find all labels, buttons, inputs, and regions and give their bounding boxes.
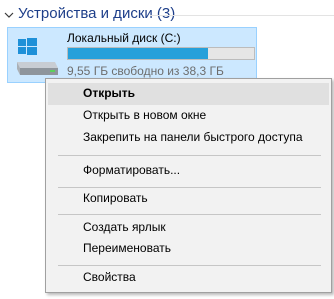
menu-item-label: Копировать bbox=[83, 191, 148, 205]
menu-item-label: Свойства bbox=[83, 270, 136, 284]
drive-usage-bar bbox=[67, 47, 255, 60]
drive-name: Локальный диск (C:) bbox=[67, 31, 181, 45]
menu-item-format[interactable]: Форматировать... bbox=[48, 160, 329, 182]
menu-item-create-shortcut[interactable]: Создать ярлык bbox=[48, 217, 329, 239]
drive-usage-fill bbox=[68, 48, 208, 59]
windows-drive-icon bbox=[17, 38, 58, 75]
menu-item-label: Переименовать bbox=[83, 241, 171, 255]
context-menu: Открыть Открыть в новом окне Закрепить н… bbox=[45, 78, 332, 293]
menu-item-copy[interactable]: Копировать bbox=[48, 188, 329, 210]
menu-separator bbox=[58, 214, 321, 215]
menu-item-label: Открыть bbox=[83, 86, 136, 100]
menu-item-properties[interactable]: Свойства bbox=[48, 267, 329, 289]
menu-item-label: Открыть в новом окне bbox=[83, 108, 207, 122]
menu-separator bbox=[58, 155, 321, 156]
group-title: Устройства и диски (3) bbox=[18, 5, 176, 22]
menu-separator bbox=[58, 265, 321, 266]
menu-item-pin-quick-access[interactable]: Закрепить на панели быстрого доступа bbox=[48, 127, 329, 149]
menu-item-rename[interactable]: Переименовать bbox=[48, 238, 329, 260]
menu-item-label: Форматировать... bbox=[83, 163, 181, 177]
group-header-devices[interactable]: Устройства и диски (3) bbox=[0, 0, 334, 30]
menu-item-label: Закрепить на панели быстрого доступа bbox=[83, 130, 303, 144]
explorer-view: Устройства и диски (3) Локальный диск (C… bbox=[0, 0, 334, 299]
menu-item-open-new-window[interactable]: Открыть в новом окне bbox=[48, 105, 329, 127]
drive-tile-c[interactable]: Локальный диск (C:) 9,55 ГБ свободно из … bbox=[7, 27, 257, 83]
drive-free-space: 9,55 ГБ свободно из 38,3 ГБ bbox=[67, 64, 224, 78]
chevron-down-icon[interactable] bbox=[3, 9, 15, 21]
group-divider bbox=[150, 15, 334, 16]
menu-item-label: Создать ярлык bbox=[83, 220, 166, 234]
menu-item-open[interactable]: Открыть bbox=[48, 83, 329, 105]
